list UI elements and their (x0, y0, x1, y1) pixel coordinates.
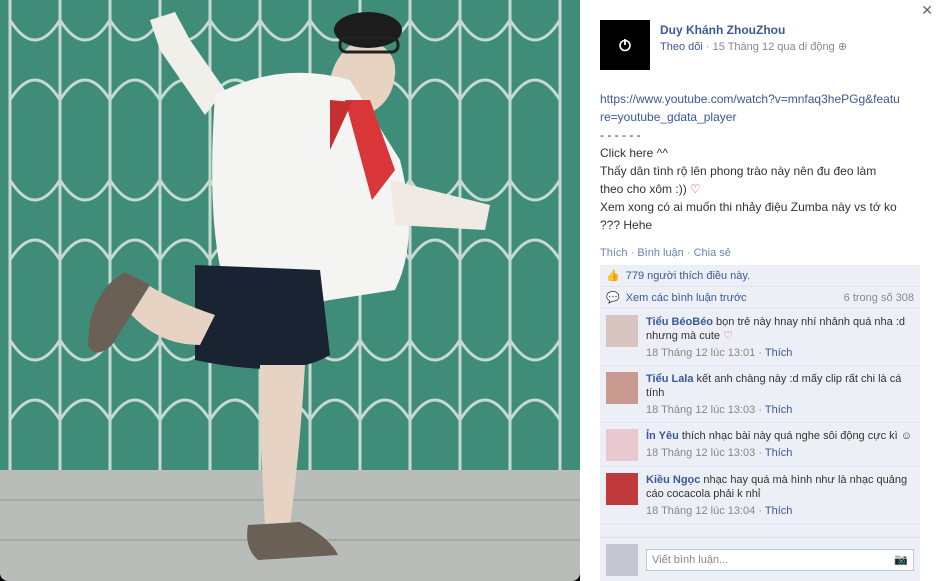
comment-input[interactable]: Viết bình luận... 📷 (646, 548, 914, 571)
share-link[interactable]: Chia sẻ (694, 247, 731, 259)
like-link[interactable]: Thích (600, 247, 628, 259)
caption-line-2: Thấy dân tình rộ lên phong trào này nên … (600, 164, 877, 196)
commenter-name[interactable]: Kiều Ngọc (646, 474, 700, 486)
commenter-avatar[interactable] (606, 429, 638, 461)
likes-row: 👍 779 người thích điều này. (600, 265, 920, 287)
comment-item: Tiểu Lala kết anh chàng này :d mấy clip r… (600, 366, 920, 423)
view-more-row[interactable]: 💬 Xem các bình luận trước 6 trong số 308 (600, 287, 920, 309)
comment-item: Kiều Ngọc nhạc hay quá mà hình như là nhạ… (600, 467, 920, 524)
comment-like-link[interactable]: Thích (765, 447, 793, 459)
comment-item: Ỉn Yêu thích nhạc bài này quá nghe sôi độ… (600, 423, 920, 467)
comment-text: thích nhạc bài này quá nghe sôi động cực… (681, 430, 898, 442)
comment-icon: 💬 (606, 292, 620, 304)
camera-icon[interactable]: 📷 (894, 553, 908, 566)
view-previous-comments[interactable]: Xem các bình luận trước (626, 292, 747, 304)
comment-item: Tiểu BéoBéo bọn trẻ này hnay nhí nhảnh qu… (600, 309, 920, 366)
commenter-avatar[interactable] (606, 372, 638, 404)
post-caption: https://www.youtube.com/watch?v=mnfaq3he… (600, 90, 900, 234)
thumbs-up-icon: 👍 (606, 270, 620, 282)
comment-placeholder: Viết bình luận... (652, 553, 729, 566)
post-meta: Theo dõi · 15 Tháng 12 qua di động ⊕ (660, 40, 847, 53)
author-avatar[interactable] (600, 20, 650, 70)
commenter-name[interactable]: Tiểu BéoBéo (646, 316, 713, 328)
author-name[interactable]: Duy Khánh ZhouZhou (660, 23, 785, 37)
comment-like-link[interactable]: Thích (765, 505, 793, 517)
post-panel: ✕ Duy Khánh ZhouZhou Theo dõi · 15 Tháng… (580, 0, 941, 581)
photo-canvas (0, 0, 580, 581)
commenter-name[interactable]: Tiểu Lala (646, 373, 693, 385)
action-sep-1: · (630, 247, 635, 259)
comment-time: 18 Tháng 12 lúc 13:03 (646, 404, 756, 416)
comment-link[interactable]: Bình luận (637, 247, 683, 259)
comment-feed: 👍 779 người thích điều này. 💬 Xem các bì… (600, 265, 920, 581)
power-icon (619, 39, 631, 52)
follow-link[interactable]: Theo dõi (660, 41, 703, 53)
commenter-avatar[interactable] (606, 315, 638, 347)
viewer-avatar (606, 543, 638, 576)
commenter-name[interactable]: Ỉn Yêu (646, 430, 679, 442)
smile-icon: ☺ (900, 430, 913, 442)
caption-line-3: Xem xong có ai muốn thi nhảy điệu Zumba … (600, 200, 897, 232)
heart-icon: ♡ (723, 330, 733, 342)
post-timestamp[interactable]: 15 Tháng 12 qua di động (713, 41, 835, 53)
meta-dot: · (705, 41, 710, 53)
caption-line-1: Click here ^^ (600, 146, 668, 160)
caption-dashes: - - - - - - (600, 128, 641, 142)
likes-count[interactable]: 779 người thích điều này. (626, 270, 750, 282)
heart-icon: ♡ (690, 182, 701, 196)
video-link[interactable]: https://www.youtube.com/watch?v=mnfaq3he… (600, 90, 900, 126)
post-photo[interactable] (0, 0, 580, 581)
post-actions: Thích · Bình luận · Chia sẻ (600, 247, 731, 259)
commenter-avatar[interactable] (606, 473, 638, 505)
comment-composer: Viết bình luận... 📷 (600, 537, 920, 581)
comment-like-link[interactable]: Thích (765, 404, 793, 416)
comment-like-link[interactable]: Thích (765, 347, 793, 359)
globe-icon: ⊕ (837, 41, 848, 53)
close-icon[interactable]: ✕ (921, 2, 933, 19)
comment-time: 18 Tháng 12 lúc 13:04 (646, 505, 756, 517)
action-sep-2: · (686, 247, 691, 259)
comment-time: 18 Tháng 12 lúc 13:01 (646, 347, 756, 359)
comment-time: 18 Tháng 12 lúc 13:03 (646, 447, 756, 459)
comment-count: 6 trong số 308 (843, 291, 914, 304)
